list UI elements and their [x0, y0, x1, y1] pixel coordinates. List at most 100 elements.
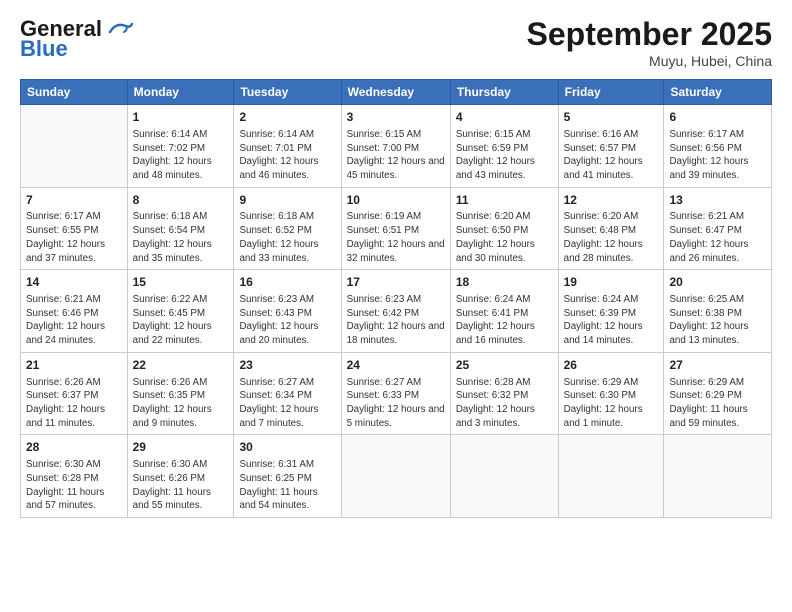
day-cell	[450, 435, 558, 518]
day-cell: 15Sunrise: 6:22 AM Sunset: 6:45 PM Dayli…	[127, 270, 234, 353]
day-number: 30	[239, 439, 335, 456]
day-number: 18	[456, 274, 553, 291]
day-info: Sunrise: 6:27 AM Sunset: 6:34 PM Dayligh…	[239, 376, 335, 431]
day-number: 9	[239, 192, 335, 209]
day-info: Sunrise: 6:15 AM Sunset: 6:59 PM Dayligh…	[456, 128, 553, 183]
day-info: Sunrise: 6:27 AM Sunset: 6:33 PM Dayligh…	[347, 376, 445, 431]
day-cell: 1 Sunrise: 6:14 AM Sunset: 7:02 PM Daylig…	[127, 105, 234, 188]
day-info: Sunrise: 6:23 AM Sunset: 6:43 PM Dayligh…	[239, 293, 335, 348]
day-info: Sunrise: 6:30 AM Sunset: 6:26 PM Dayligh…	[133, 458, 229, 513]
day-cell: 9Sunrise: 6:18 AM Sunset: 6:52 PM Daylig…	[234, 187, 341, 270]
header-cell-monday: Monday	[127, 80, 234, 105]
logo-blue-text: Blue	[20, 36, 68, 62]
day-info: Sunrise: 6:24 AM Sunset: 6:39 PM Dayligh…	[564, 293, 659, 348]
day-info: Sunrise: 6:26 AM Sunset: 6:37 PM Dayligh…	[26, 376, 122, 431]
day-info: Sunrise: 6:18 AM Sunset: 6:54 PM Dayligh…	[133, 210, 229, 265]
day-number: 16	[239, 274, 335, 291]
day-cell: 5 Sunrise: 6:16 AM Sunset: 6:57 PM Daylig…	[558, 105, 664, 188]
day-number: 25	[456, 357, 553, 374]
day-number: 26	[564, 357, 659, 374]
header-cell-thursday: Thursday	[450, 80, 558, 105]
day-cell: 8Sunrise: 6:18 AM Sunset: 6:54 PM Daylig…	[127, 187, 234, 270]
day-cell: 27 Sunrise: 6:29 AM Sunset: 6:29 PM Dayli…	[664, 352, 772, 435]
day-number: 6	[669, 109, 766, 126]
day-cell: 11Sunrise: 6:20 AM Sunset: 6:50 PM Dayli…	[450, 187, 558, 270]
day-number: 15	[133, 274, 229, 291]
day-cell: 12Sunrise: 6:20 AM Sunset: 6:48 PM Dayli…	[558, 187, 664, 270]
day-cell: 4 Sunrise: 6:15 AM Sunset: 6:59 PM Daylig…	[450, 105, 558, 188]
day-info: Sunrise: 6:14 AM Sunset: 7:01 PM Dayligh…	[239, 128, 335, 183]
day-info: Sunrise: 6:21 AM Sunset: 6:46 PM Dayligh…	[26, 293, 122, 348]
day-number: 2	[239, 109, 335, 126]
day-number: 17	[347, 274, 445, 291]
week-row-1: 1 Sunrise: 6:14 AM Sunset: 7:02 PM Daylig…	[21, 105, 772, 188]
day-cell: 18 Sunrise: 6:24 AM Sunset: 6:41 PM Dayli…	[450, 270, 558, 353]
header-cell-tuesday: Tuesday	[234, 80, 341, 105]
day-cell: 7Sunrise: 6:17 AM Sunset: 6:55 PM Daylig…	[21, 187, 128, 270]
day-cell: 28Sunrise: 6:30 AM Sunset: 6:28 PM Dayli…	[21, 435, 128, 518]
calendar-table: SundayMondayTuesdayWednesdayThursdayFrid…	[20, 79, 772, 518]
day-number: 11	[456, 192, 553, 209]
day-cell: 3 Sunrise: 6:15 AM Sunset: 7:00 PM Daylig…	[341, 105, 450, 188]
day-info: Sunrise: 6:18 AM Sunset: 6:52 PM Dayligh…	[239, 210, 335, 265]
day-cell	[664, 435, 772, 518]
day-number: 1	[133, 109, 229, 126]
day-cell	[21, 105, 128, 188]
day-cell: 24 Sunrise: 6:27 AM Sunset: 6:33 PM Dayli…	[341, 352, 450, 435]
day-info: Sunrise: 6:20 AM Sunset: 6:48 PM Dayligh…	[564, 210, 659, 265]
day-number: 5	[564, 109, 659, 126]
logo: General Blue	[20, 16, 134, 62]
location: Muyu, Hubei, China	[527, 53, 772, 69]
day-number: 7	[26, 192, 122, 209]
day-number: 29	[133, 439, 229, 456]
day-info: Sunrise: 6:21 AM Sunset: 6:47 PM Dayligh…	[669, 210, 766, 265]
day-cell: 23Sunrise: 6:27 AM Sunset: 6:34 PM Dayli…	[234, 352, 341, 435]
day-info: Sunrise: 6:31 AM Sunset: 6:25 PM Dayligh…	[239, 458, 335, 513]
title-block: September 2025 Muyu, Hubei, China	[527, 16, 772, 69]
page-header: General Blue September 2025 Muyu, Hubei,…	[20, 16, 772, 69]
day-info: Sunrise: 6:25 AM Sunset: 6:38 PM Dayligh…	[669, 293, 766, 348]
day-number: 13	[669, 192, 766, 209]
day-info: Sunrise: 6:29 AM Sunset: 6:29 PM Dayligh…	[669, 376, 766, 431]
week-row-5: 28Sunrise: 6:30 AM Sunset: 6:28 PM Dayli…	[21, 435, 772, 518]
day-cell: 17 Sunrise: 6:23 AM Sunset: 6:42 PM Dayli…	[341, 270, 450, 353]
day-info: Sunrise: 6:15 AM Sunset: 7:00 PM Dayligh…	[347, 128, 445, 183]
day-cell: 14Sunrise: 6:21 AM Sunset: 6:46 PM Dayli…	[21, 270, 128, 353]
page-container: General Blue September 2025 Muyu, Hubei,…	[0, 0, 792, 528]
day-info: Sunrise: 6:19 AM Sunset: 6:51 PM Dayligh…	[347, 210, 445, 265]
day-number: 24	[347, 357, 445, 374]
day-cell: 29 Sunrise: 6:30 AM Sunset: 6:26 PM Dayli…	[127, 435, 234, 518]
day-cell	[341, 435, 450, 518]
day-number: 28	[26, 439, 122, 456]
day-info: Sunrise: 6:24 AM Sunset: 6:41 PM Dayligh…	[456, 293, 553, 348]
day-cell: 2 Sunrise: 6:14 AM Sunset: 7:01 PM Daylig…	[234, 105, 341, 188]
day-cell: 13Sunrise: 6:21 AM Sunset: 6:47 PM Dayli…	[664, 187, 772, 270]
day-info: Sunrise: 6:14 AM Sunset: 7:02 PM Dayligh…	[133, 128, 229, 183]
day-info: Sunrise: 6:17 AM Sunset: 6:56 PM Dayligh…	[669, 128, 766, 183]
day-number: 3	[347, 109, 445, 126]
day-number: 21	[26, 357, 122, 374]
calendar-header-row: SundayMondayTuesdayWednesdayThursdayFrid…	[21, 80, 772, 105]
day-info: Sunrise: 6:17 AM Sunset: 6:55 PM Dayligh…	[26, 210, 122, 265]
day-number: 8	[133, 192, 229, 209]
month-title: September 2025	[527, 16, 772, 53]
logo-bird-icon	[106, 18, 134, 40]
day-cell: 30 Sunrise: 6:31 AM Sunset: 6:25 PM Dayli…	[234, 435, 341, 518]
day-info: Sunrise: 6:29 AM Sunset: 6:30 PM Dayligh…	[564, 376, 659, 431]
day-cell: 25 Sunrise: 6:28 AM Sunset: 6:32 PM Dayli…	[450, 352, 558, 435]
header-cell-friday: Friday	[558, 80, 664, 105]
week-row-2: 7Sunrise: 6:17 AM Sunset: 6:55 PM Daylig…	[21, 187, 772, 270]
day-number: 4	[456, 109, 553, 126]
day-cell: 26 Sunrise: 6:29 AM Sunset: 6:30 PM Dayli…	[558, 352, 664, 435]
day-cell: 16 Sunrise: 6:23 AM Sunset: 6:43 PM Dayli…	[234, 270, 341, 353]
day-info: Sunrise: 6:23 AM Sunset: 6:42 PM Dayligh…	[347, 293, 445, 348]
day-number: 19	[564, 274, 659, 291]
day-info: Sunrise: 6:16 AM Sunset: 6:57 PM Dayligh…	[564, 128, 659, 183]
week-row-4: 21 Sunrise: 6:26 AM Sunset: 6:37 PM Dayli…	[21, 352, 772, 435]
day-cell: 21 Sunrise: 6:26 AM Sunset: 6:37 PM Dayli…	[21, 352, 128, 435]
header-cell-saturday: Saturday	[664, 80, 772, 105]
day-cell	[558, 435, 664, 518]
day-info: Sunrise: 6:28 AM Sunset: 6:32 PM Dayligh…	[456, 376, 553, 431]
day-number: 27	[669, 357, 766, 374]
day-cell: 20Sunrise: 6:25 AM Sunset: 6:38 PM Dayli…	[664, 270, 772, 353]
